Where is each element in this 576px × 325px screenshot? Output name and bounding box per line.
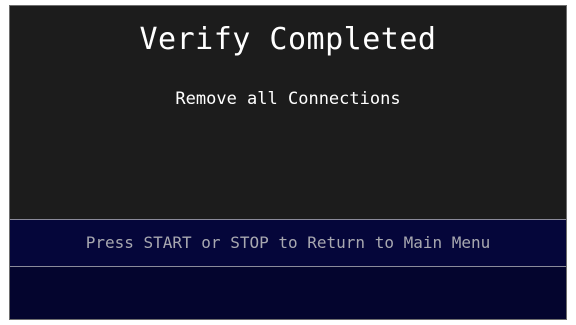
screen-title: Verify Completed [139, 22, 437, 57]
device-screen: Verify Completed Remove all Connections … [9, 5, 567, 320]
instruction-message: Remove all Connections [175, 89, 401, 109]
footer-area [10, 267, 566, 319]
prompt-text: Press START or STOP to Return to Main Me… [85, 233, 491, 252]
prompt-bar: Press START or STOP to Return to Main Me… [10, 219, 566, 267]
